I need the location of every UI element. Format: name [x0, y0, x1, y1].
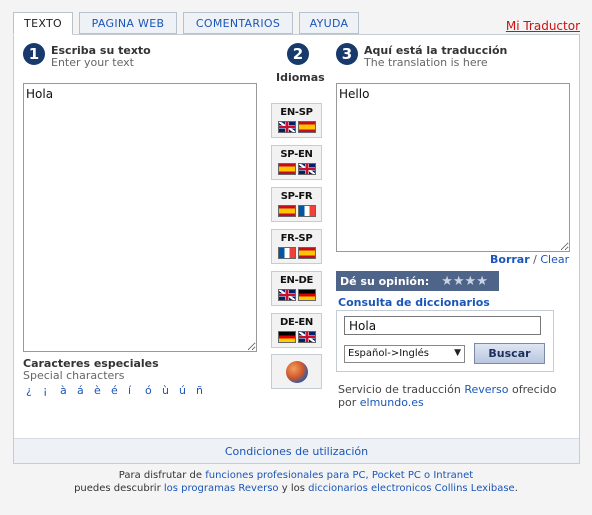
tab-texto[interactable]: TEXTO — [13, 12, 73, 35]
flag-es-icon — [298, 247, 316, 259]
pro-features-link[interactable]: funciones profesionales para PC, Pocket … — [205, 470, 473, 481]
promo-line-1: Para disfrutar de funciones profesionale… — [0, 469, 592, 482]
languages-label: Idiomas — [276, 71, 325, 84]
step-2-badge: 2 — [287, 43, 309, 65]
flag-fr-icon — [278, 247, 296, 259]
flag-uk-icon — [278, 289, 296, 301]
clear-links: Borrar / Clear — [490, 253, 569, 266]
lang-code: EN-SP — [280, 107, 313, 118]
step-3-badge: 3 — [336, 43, 358, 65]
flag-uk-icon — [278, 121, 296, 133]
flag-uk-icon — [298, 163, 316, 175]
chevron-down-icon: ▼ — [454, 348, 461, 358]
lang-code: SP-FR — [280, 191, 313, 202]
conditions-band: Condiciones de utilización — [14, 438, 579, 463]
special-char[interactable]: à — [60, 384, 77, 397]
special-char[interactable]: è — [94, 384, 111, 397]
lang-sp-en-button[interactable]: SP-EN — [271, 145, 322, 180]
promo-text-part: y los — [281, 483, 305, 494]
special-chars-subtitle: Special characters — [23, 369, 125, 382]
source-text-input[interactable]: Hola — [23, 83, 257, 352]
flag-de-icon — [278, 331, 296, 343]
lang-sp-fr-button[interactable]: SP-FR — [271, 187, 322, 222]
flag-es-icon — [278, 205, 296, 217]
lang-code: DE-EN — [280, 317, 313, 328]
rating-stars-icon[interactable]: ★★★★ — [441, 274, 488, 289]
service-line-1: Servicio de traducción Reverso ofrecido — [338, 383, 556, 396]
conditions-link[interactable]: Condiciones de utilización — [225, 445, 368, 458]
flag-es-icon — [278, 163, 296, 175]
service-credit: Servicio de traducción Reverso ofrecido … — [338, 383, 556, 409]
service-text: ofrecido — [512, 383, 557, 396]
service-line-2: por elmundo.es — [338, 396, 556, 409]
special-char[interactable]: ¿ — [26, 384, 43, 397]
service-text: por — [338, 396, 357, 409]
step-3-subtitle: The translation is here — [364, 56, 488, 69]
lang-de-en-button[interactable]: DE-EN — [271, 313, 322, 348]
tab-pagina-web[interactable]: PAGINA WEB — [79, 12, 177, 34]
promo-text: Para disfrutar de funciones profesionale… — [0, 469, 592, 495]
reverso-link[interactable]: Reverso — [464, 383, 508, 396]
opinion-label: Dé su opinión: — [340, 274, 430, 288]
promo-text-part: puedes descubrir — [74, 483, 161, 494]
dictionary-search-input[interactable] — [344, 316, 541, 335]
promo-text-part: . — [514, 483, 518, 494]
buscar-button[interactable]: Buscar — [474, 343, 545, 364]
reverso-programs-link[interactable]: los programas Reverso — [164, 483, 279, 494]
step-1-badge: 1 — [23, 43, 45, 65]
special-char[interactable]: ñ — [196, 384, 213, 397]
flag-fr-icon — [298, 205, 316, 217]
lang-fr-sp-button[interactable]: FR-SP — [271, 229, 322, 264]
globe-button[interactable] — [271, 354, 322, 389]
tab-ayuda[interactable]: AYUDA — [299, 12, 359, 34]
lang-code: EN-DE — [280, 275, 313, 286]
flag-de-icon — [298, 289, 316, 301]
mi-traductor-link[interactable]: Mi Traductor — [506, 19, 580, 33]
selected-language: Español->Inglés — [348, 348, 430, 359]
tab-comentarios[interactable]: COMENTARIOS — [183, 12, 293, 34]
elmundo-link[interactable]: elmundo.es — [360, 396, 424, 409]
globe-icon — [286, 361, 308, 383]
special-char[interactable]: á — [77, 384, 94, 397]
lang-en-sp-button[interactable]: EN-SP — [271, 103, 322, 138]
opinion-bar[interactable]: Dé su opinión: ★★★★ — [336, 271, 499, 291]
promo-line-2: puedes descubrir los programas Reverso y… — [0, 482, 592, 495]
service-text: Servicio de traducción — [338, 383, 461, 396]
special-char[interactable]: ú — [179, 384, 196, 397]
borrar-link[interactable]: Borrar — [490, 253, 530, 266]
flag-es-icon — [298, 121, 316, 133]
step-1-subtitle: Enter your text — [51, 56, 134, 69]
clear-separator: / — [533, 253, 537, 266]
dictionary-title: Consulta de diccionarios — [338, 296, 490, 309]
special-char[interactable]: í — [128, 384, 145, 397]
collins-dictionaries-link[interactable]: diccionarios electronicos Collins Lexiba… — [308, 483, 515, 494]
promo-text-part: Para disfrutar de — [118, 470, 203, 481]
special-chars-list: ¿ ¡ à á è é í ó ù ú ñ — [26, 384, 213, 397]
lang-code: SP-EN — [280, 149, 313, 160]
special-char[interactable]: ó — [145, 384, 162, 397]
special-char[interactable]: é — [111, 384, 128, 397]
dictionary-language-select[interactable]: Español->Inglés ▼ — [344, 345, 465, 363]
clear-link[interactable]: Clear — [540, 253, 569, 266]
special-char[interactable]: ù — [162, 384, 179, 397]
lang-en-de-button[interactable]: EN-DE — [271, 271, 322, 306]
translation-output[interactable]: Hello — [336, 83, 570, 252]
special-char[interactable]: ¡ — [43, 384, 60, 397]
flag-uk-icon — [298, 331, 316, 343]
lang-code: FR-SP — [280, 233, 313, 244]
